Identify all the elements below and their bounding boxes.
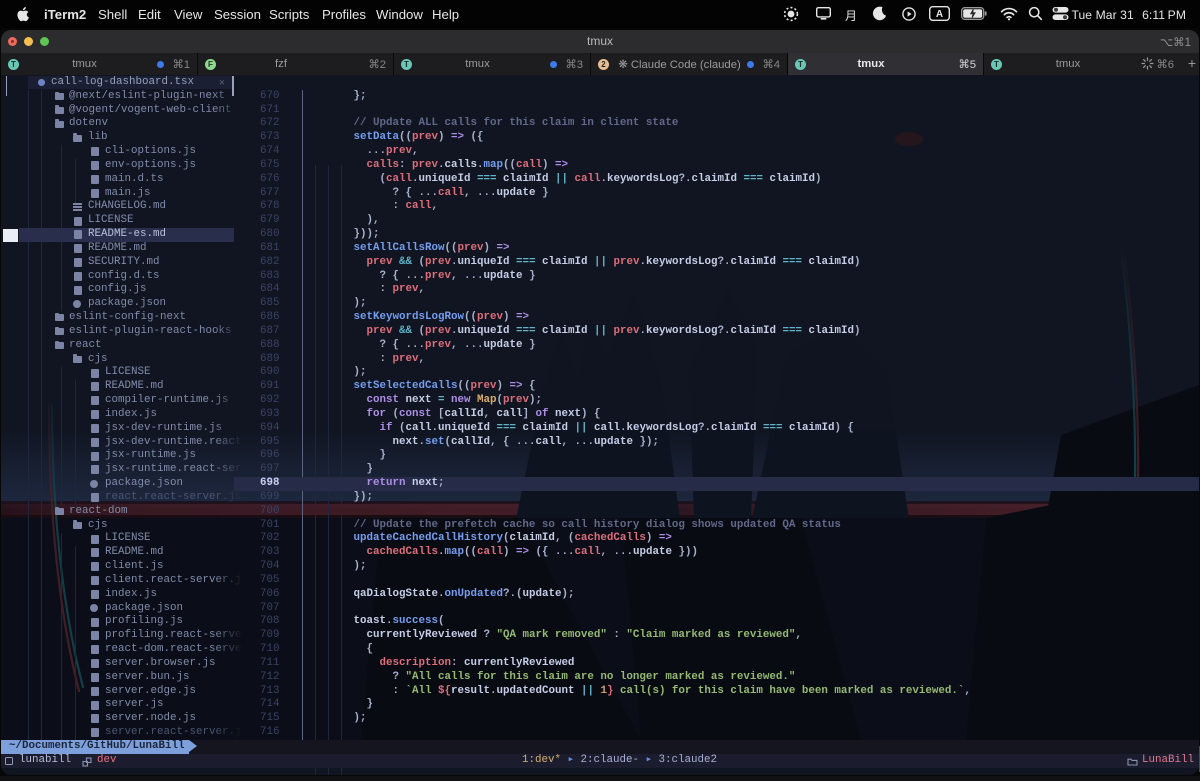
svg-text:A: A xyxy=(936,9,943,20)
